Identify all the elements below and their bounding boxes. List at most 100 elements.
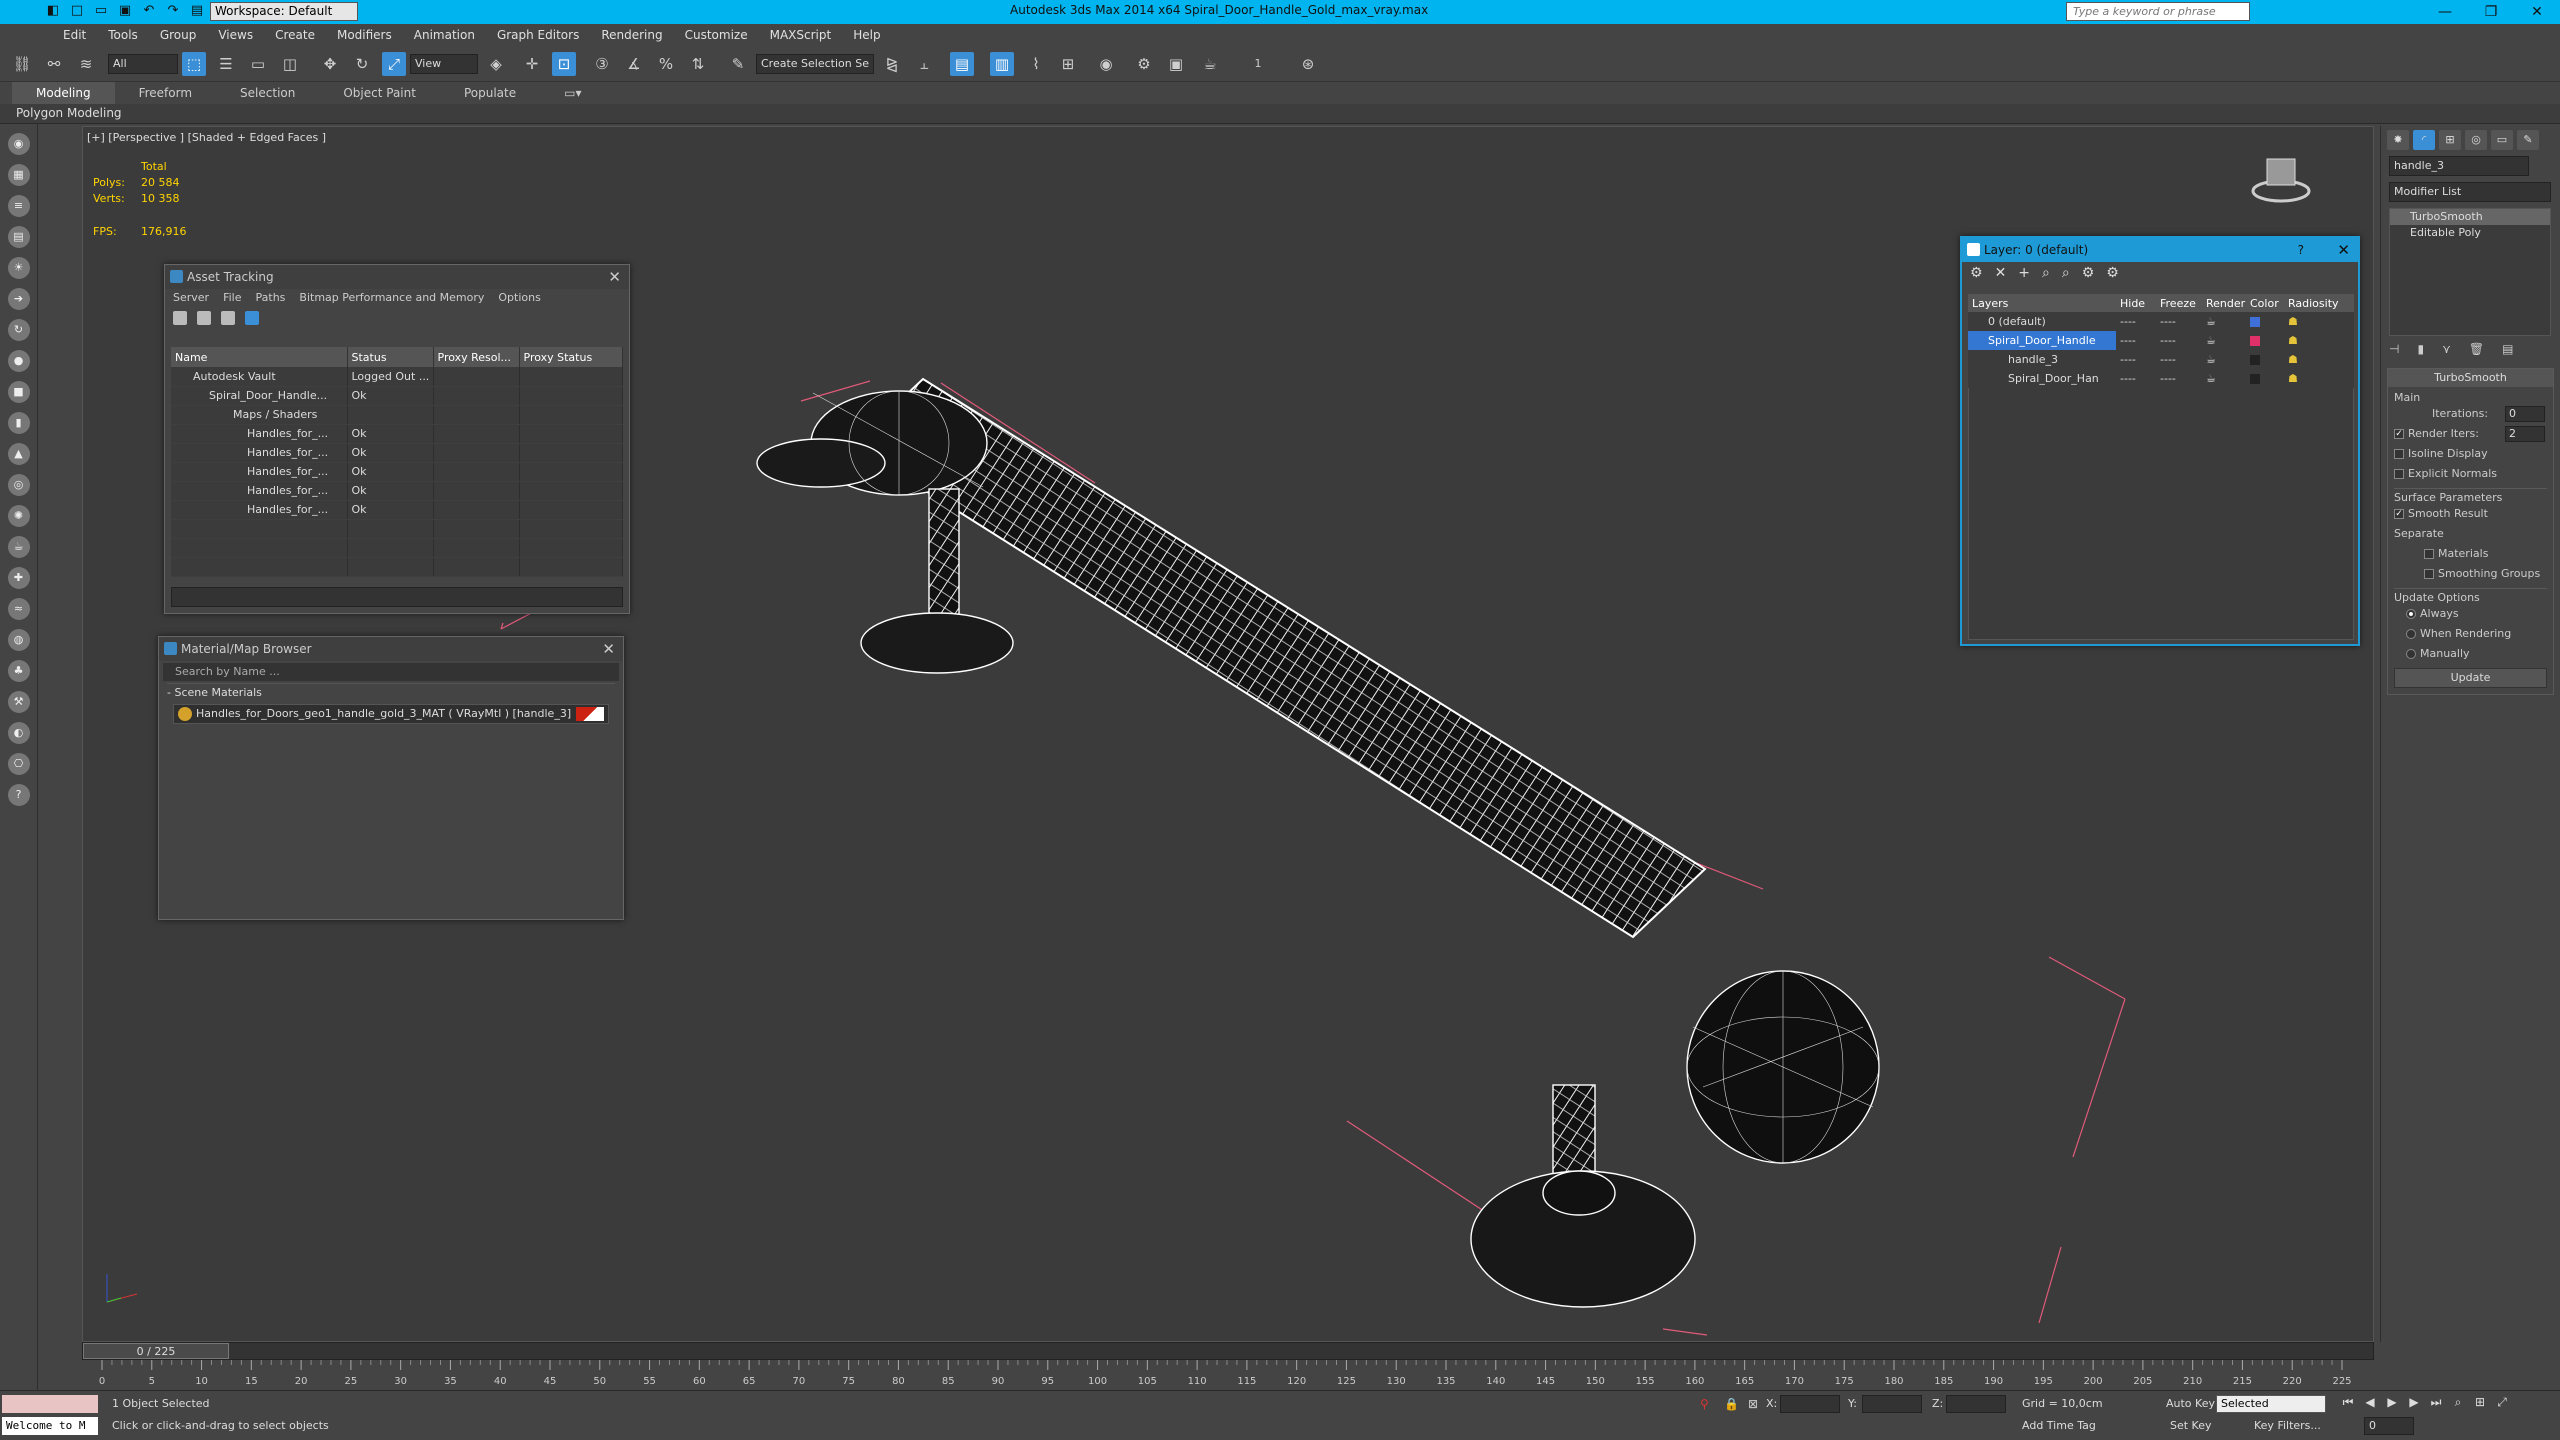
key-selection-dropdown[interactable]: Selected xyxy=(2216,1395,2326,1413)
table-view-icon[interactable] xyxy=(221,311,235,325)
col-status[interactable]: Status xyxy=(347,347,434,367)
material-editor-icon[interactable]: ◉ xyxy=(1094,52,1118,76)
object-name-field[interactable]: handle_3 xyxy=(2389,156,2529,176)
maxscript-listener[interactable] xyxy=(2,1395,98,1413)
table-row[interactable]: Handles_for_... Ok xyxy=(171,481,623,501)
layer-freeze[interactable]: ---- xyxy=(2156,369,2202,388)
layer-freeze[interactable]: ---- xyxy=(2156,331,2202,350)
menu-edit[interactable]: Edit xyxy=(52,24,97,46)
workspace-dropdown[interactable]: Workspace: Default xyxy=(210,2,358,21)
layer-color[interactable] xyxy=(2246,350,2284,369)
viewport-eye-icon[interactable]: ◉ xyxy=(7,133,30,155)
radiosity-icon[interactable]: ☗ xyxy=(2284,312,2354,331)
selection-lock-icon[interactable]: 🔒 xyxy=(1724,1397,1739,1411)
select-in-layer-icon[interactable]: ⌕ xyxy=(2042,265,2050,281)
menu-create[interactable]: Create xyxy=(264,24,326,46)
set-key-button[interactable]: Set Key xyxy=(2170,1419,2212,1432)
select-by-name-icon[interactable]: ☰ xyxy=(214,52,238,76)
ribbon-toggle-icon[interactable]: ▥ xyxy=(990,52,1014,76)
layer-hide[interactable]: ---- xyxy=(2116,312,2156,331)
hammer-icon[interactable]: ⚒ xyxy=(7,691,30,713)
col-radiosity[interactable]: Radiosity xyxy=(2284,294,2354,312)
new-file-icon[interactable]: □ xyxy=(68,2,86,20)
layer-freeze[interactable]: ---- xyxy=(2156,312,2202,331)
layer-hide[interactable]: ---- xyxy=(2116,369,2156,388)
remove-modifier-icon[interactable]: 🗑 xyxy=(2469,342,2484,362)
manually-radio[interactable] xyxy=(2406,649,2416,659)
layer-color[interactable] xyxy=(2246,331,2284,350)
tab-freeform[interactable]: Freeform xyxy=(115,82,216,104)
table-row[interactable]: Handles_for_... Ok xyxy=(171,462,623,482)
rectangular-selection-icon[interactable]: ▭ xyxy=(246,52,270,76)
maxscript-mini-listener[interactable]: Welcome to M xyxy=(2,1417,98,1435)
menu-server[interactable]: Server xyxy=(173,289,209,307)
align-icon[interactable]: ⫠ xyxy=(912,52,936,76)
play-icon[interactable]: ▶ xyxy=(2384,1395,2400,1410)
tab-populate[interactable]: Populate xyxy=(440,82,540,104)
delete-layer-icon[interactable]: ✕ xyxy=(1995,265,2007,281)
rendered-frame-window-icon[interactable]: ▣ xyxy=(1164,52,1188,76)
zoom-icon[interactable]: ⌕ xyxy=(2450,1395,2466,1410)
create-tab-icon[interactable]: ✸ xyxy=(2387,130,2409,150)
table-row[interactable]: Maps / Shaders xyxy=(171,405,623,425)
scene-materials-group[interactable]: - Scene Materials xyxy=(167,683,615,702)
layer-freeze[interactable]: ---- xyxy=(2156,350,2202,369)
key-filters-button[interactable]: Key Filters... xyxy=(2254,1419,2321,1432)
bind-spacewarp-icon[interactable]: ≋ xyxy=(74,52,98,76)
cylinder-icon[interactable]: ▮ xyxy=(7,412,30,434)
render-iters-spinner[interactable]: 2 xyxy=(2505,426,2545,442)
menu-tools[interactable]: Tools xyxy=(97,24,149,46)
menu-file[interactable]: File xyxy=(223,289,241,307)
layer-help-button[interactable]: ? xyxy=(2298,238,2304,262)
minimize-button[interactable]: — xyxy=(2422,0,2468,24)
render-teapot-icon[interactable]: ☕ xyxy=(2202,331,2246,350)
create-panel-icon[interactable]: ▦ xyxy=(7,164,30,186)
spacewarp-icon[interactable]: ≈ xyxy=(7,598,30,620)
col-name[interactable]: Name xyxy=(171,347,348,367)
schematic-view-icon[interactable]: ⊞ xyxy=(1056,52,1080,76)
refresh-icon[interactable] xyxy=(173,311,187,325)
radiosity-icon[interactable]: ☗ xyxy=(2284,350,2354,369)
radiosity-icon[interactable]: ☗ xyxy=(2284,331,2354,350)
table-row[interactable]: Handles_for_... Ok xyxy=(171,500,623,520)
unlink-icon[interactable]: ⚯ xyxy=(42,52,66,76)
update-button[interactable]: Update xyxy=(2394,668,2547,688)
table-row[interactable]: Handles_for_... Ok xyxy=(171,424,623,444)
auto-key-button[interactable]: Auto Key xyxy=(2166,1397,2215,1410)
viewport-label[interactable]: [+] [Perspective ] [Shaded + Edged Faces… xyxy=(87,131,326,144)
layer-row[interactable]: 0 (default) ---- ---- ☕ ☗ xyxy=(1968,312,2354,331)
go-to-start-icon[interactable]: ⏮ xyxy=(2340,1395,2356,1410)
menu-animation[interactable]: Animation xyxy=(403,24,486,46)
material-sphere-icon[interactable]: ◐ xyxy=(7,722,30,744)
menu-bitmap-performance[interactable]: Bitmap Performance and Memory xyxy=(299,289,484,307)
render-iters-checkbox[interactable]: ✓ xyxy=(2394,429,2404,439)
table-row[interactable]: Spiral_Door_Handle... Ok xyxy=(171,386,623,406)
keyboard-shortcut-icon[interactable]: ⊡ xyxy=(552,52,576,76)
menu-modifiers[interactable]: Modifiers xyxy=(326,24,403,46)
light-icon[interactable]: ☀ xyxy=(7,257,30,279)
rotate-icon[interactable]: ↻ xyxy=(350,52,374,76)
angle-snap-icon[interactable]: ∡ xyxy=(622,52,646,76)
layer-color[interactable] xyxy=(2246,312,2284,331)
render-setup-icon[interactable]: ⚙ xyxy=(1132,52,1156,76)
vray-icon[interactable]: ⊛ xyxy=(1296,52,1320,76)
grid-icon[interactable]: ▤ xyxy=(7,226,30,248)
reference-coord-dropdown[interactable]: View xyxy=(410,54,478,74)
app-logo-icon[interactable]: ◧ xyxy=(44,2,62,20)
layer-row[interactable]: Spiral_Door_Han ---- ---- ☕ ☗ xyxy=(1968,369,2354,388)
window-crossing-icon[interactable]: ◫ xyxy=(278,52,302,76)
box-icon[interactable]: ■ xyxy=(7,381,30,403)
render-teapot-icon[interactable]: ☕ xyxy=(2202,312,2246,331)
col-layers[interactable]: Layers xyxy=(1968,294,2116,312)
smooth-result-checkbox[interactable]: ✓ xyxy=(2394,509,2404,519)
menu-paths[interactable]: Paths xyxy=(256,289,286,307)
iterations-spinner[interactable]: 0 xyxy=(2505,406,2545,422)
help-search-input[interactable]: Type a keyword or phrase xyxy=(2066,2,2250,21)
utilities-tab-icon[interactable]: ✎ xyxy=(2517,130,2539,150)
configure-sets-icon[interactable]: ▤ xyxy=(2502,342,2513,362)
move-icon[interactable]: ✥ xyxy=(318,52,342,76)
add-layer-icon[interactable]: + xyxy=(2018,265,2030,281)
percent-snap-icon[interactable]: % xyxy=(654,52,678,76)
layer-color[interactable] xyxy=(2246,369,2284,388)
make-unique-icon[interactable]: ⋎ xyxy=(2442,342,2451,362)
